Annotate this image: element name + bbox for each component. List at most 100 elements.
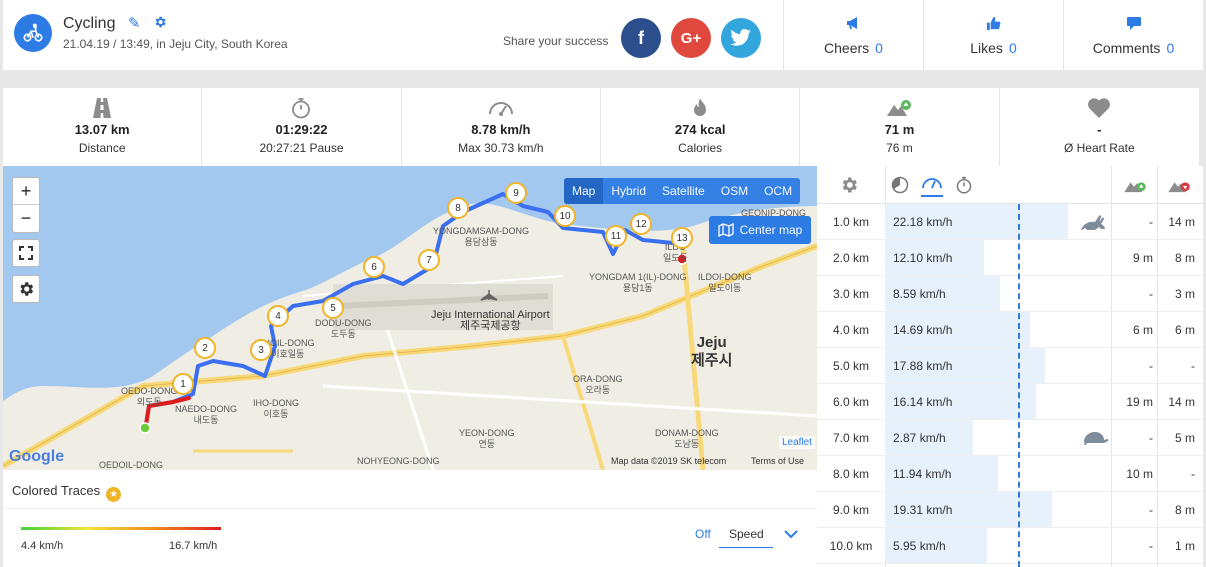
split-elevation-down: 6 m — [1174, 323, 1195, 337]
map-settings-button[interactable] — [12, 275, 40, 303]
map-type-satellite[interactable]: Satellite — [654, 178, 713, 204]
zoom-in-button[interactable]: + — [13, 178, 39, 205]
split-elevation-down: 1 m — [1174, 539, 1195, 553]
speed-gradient-legend — [21, 527, 221, 530]
gradient-max-label: 16.7 km/h — [169, 540, 218, 552]
map-label-oedoil: OEDOIL-DONG — [99, 460, 164, 470]
max-speed-value: Max 30.73 km/h — [458, 141, 544, 155]
split-elevation-up: 10 m — [1126, 467, 1153, 481]
flame-icon — [601, 97, 799, 119]
route-marker-11[interactable]: 11 — [605, 225, 627, 247]
google-plus-icon[interactable]: G+ — [671, 18, 711, 58]
map-canvas — [3, 166, 817, 470]
split-elevation-up: - — [1149, 215, 1153, 229]
gear-icon[interactable] — [153, 15, 167, 32]
route-marker-7[interactable]: 7 — [418, 249, 440, 271]
distance-value: 13.07 km — [74, 122, 130, 137]
route-marker-8[interactable]: 8 — [447, 197, 469, 219]
elevation-down-icon — [1167, 177, 1191, 196]
stat-speed: 8.78 km/h Max 30.73 km/h — [402, 88, 601, 166]
thumbs-up-icon — [924, 16, 1063, 34]
gear-icon[interactable] — [839, 175, 859, 198]
split-distance: 3.0 km — [832, 287, 869, 301]
route-marker-3[interactable]: 3 — [250, 339, 272, 361]
split-row: 3.0 km 8.59 km/h - 3 m — [817, 276, 1203, 312]
map-label-oedo: OEDO-DONG 외도동 — [121, 386, 178, 407]
map-label-airport: Jeju International Airport 제주국제공항 — [431, 309, 550, 332]
split-speed: 14.69 km/h — [893, 323, 953, 337]
comment-icon — [1064, 16, 1203, 34]
twitter-icon[interactable] — [721, 18, 761, 58]
pencil-icon[interactable]: ✎ — [128, 15, 141, 32]
route-marker-13[interactable]: 13 — [671, 227, 693, 249]
split-speed: 5.95 km/h — [893, 539, 946, 553]
pace-icon[interactable] — [891, 176, 909, 197]
comments-label: Comments — [1092, 40, 1161, 56]
split-distance: 5.0 km — [832, 359, 869, 373]
traces-off-toggle[interactable]: Off — [695, 527, 711, 541]
google-logo: Google — [9, 448, 65, 465]
split-speed: 11.94 km/h — [893, 467, 952, 481]
route-marker-12[interactable]: 12 — [630, 213, 652, 235]
calories-label: Calories — [678, 141, 723, 155]
map-label-city: Jeju 제주시 — [691, 334, 733, 369]
fullscreen-icon — [19, 246, 33, 260]
route-marker-4[interactable]: 4 — [267, 305, 289, 327]
split-row: 6.0 km 16.14 km/h 19 m 14 m — [817, 384, 1203, 420]
map-type-osm[interactable]: OSM — [713, 178, 756, 204]
comments-count: 0 — [1166, 40, 1175, 56]
route-marker-2[interactable]: 2 — [194, 337, 216, 359]
route-marker-9[interactable]: 9 — [505, 182, 527, 204]
split-speed: 8.59 km/h — [893, 287, 946, 301]
split-speed: 17.88 km/h — [893, 359, 953, 373]
route-map[interactable]: YONGDAMSAM-DONG 용담삼동 YONGDAM 1(IL)-DONG 용담… — [3, 166, 817, 470]
route-marker-1[interactable]: 1 — [172, 373, 194, 395]
map-label-yongdam1: YONGDAM 1(IL)-DONG 용담1동 — [589, 272, 687, 293]
splits-table: 1.0 km 22.18 km/h - 14 m 2.0 km 12.10 km/h 9 m… — [817, 166, 1203, 567]
likes-count: 0 — [1008, 40, 1017, 56]
terms-of-use-link[interactable]: Terms of Use — [751, 456, 804, 466]
speed-icon[interactable] — [921, 174, 943, 197]
split-distance: 7.0 km — [832, 431, 869, 445]
center-map-button[interactable]: Center map — [709, 216, 811, 244]
map-type-map[interactable]: Map — [564, 178, 604, 204]
split-elevation-down: - — [1191, 359, 1195, 373]
route-marker-5[interactable]: 5 — [322, 297, 344, 319]
fullscreen-button[interactable] — [12, 239, 40, 267]
split-speed: 16.14 km/h — [893, 395, 953, 409]
route-marker-6[interactable]: 6 — [363, 256, 385, 278]
distance-label: Distance — [78, 141, 126, 155]
leaflet-link[interactable]: Leaflet — [778, 436, 815, 449]
star-icon: ★ — [106, 487, 122, 502]
split-distance: 2.0 km — [832, 251, 869, 265]
activity-title-text: Cycling — [63, 15, 116, 32]
cheers-button[interactable]: Cheers 0 — [783, 0, 923, 70]
stat-duration: 01:29:22 20:27:21 Pause — [202, 88, 402, 166]
share-label: Share your success — [503, 34, 609, 48]
map-attribution: Map data ©2019 SK telecom — [611, 456, 727, 466]
route-marker-10[interactable]: 10 — [554, 205, 576, 227]
center-map-label: Center map — [739, 223, 803, 237]
comments-button[interactable]: Comments 0 — [1063, 0, 1203, 70]
split-row: 4.0 km 14.69 km/h 6 m 6 m — [817, 312, 1203, 348]
split-elevation-down: 8 m — [1174, 251, 1195, 265]
average-speed-line — [1018, 204, 1020, 567]
map-label-iho: IHO-DONG 이호동 — [253, 398, 299, 419]
map-type-hybrid[interactable]: Hybrid — [603, 178, 654, 204]
split-speed: 19.31 km/h — [893, 503, 953, 517]
split-speed: 12.10 km/h — [893, 251, 953, 265]
split-elevation-up: - — [1149, 359, 1153, 373]
split-row: 5.0 km 17.88 km/h - - — [817, 348, 1203, 384]
road-icon — [3, 97, 201, 119]
facebook-icon[interactable]: f — [621, 18, 661, 58]
zoom-out-button[interactable]: − — [13, 205, 39, 232]
heart-rate-label: Ø Heart Rate — [1063, 141, 1135, 155]
split-elevation-up: - — [1149, 539, 1153, 553]
map-type-ocm[interactable]: OCM — [756, 178, 800, 204]
stopwatch-icon[interactable] — [955, 176, 973, 197]
rabbit-icon — [1079, 212, 1109, 235]
chevron-down-icon[interactable] — [783, 528, 799, 542]
split-distance: 8.0 km — [832, 467, 869, 481]
likes-button[interactable]: Likes 0 — [923, 0, 1063, 70]
trace-mode-select[interactable]: Speed — [719, 522, 773, 548]
